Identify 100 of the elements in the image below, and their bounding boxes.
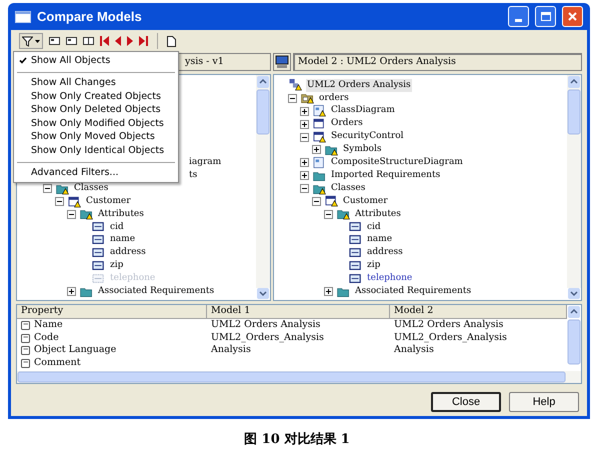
- attribute-icon: [91, 272, 106, 285]
- property-icon: [21, 332, 31, 343]
- computer-icon: [273, 53, 291, 71]
- menu-item[interactable]: Show Only Deleted Objects: [14, 104, 178, 117]
- expand-icon[interactable]: [300, 106, 309, 116]
- tree-item[interactable]: Customer: [342, 194, 388, 208]
- collapse-icon[interactable]: [300, 184, 309, 194]
- tree-item[interactable]: Classes: [73, 182, 110, 196]
- attribute-icon: [348, 221, 363, 234]
- column-header[interactable]: Property: [17, 305, 207, 319]
- collapse-icon[interactable]: [67, 210, 76, 219]
- column-header[interactable]: Model 1: [207, 305, 390, 319]
- collapse-icon[interactable]: [55, 197, 64, 206]
- menu-item[interactable]: Show All Objects: [14, 54, 178, 68]
- tree-item[interactable]: address: [366, 246, 404, 260]
- split-view-icon[interactable]: [83, 36, 94, 46]
- tree-item[interactable]: telephone: [366, 272, 414, 286]
- vertical-scrollbar[interactable]: [567, 75, 581, 135]
- property-icon: [21, 358, 31, 368]
- last-icon[interactable]: [139, 36, 148, 46]
- collapse-icon[interactable]: [300, 132, 309, 142]
- model-icon: [288, 79, 303, 92]
- first-icon[interactable]: [100, 36, 109, 46]
- diagram-icon: [312, 105, 327, 118]
- window-icon: [15, 10, 31, 22]
- table-cell: Analysis: [211, 344, 251, 356]
- tree-item[interactable]: cid: [366, 220, 382, 234]
- previous-icon[interactable]: [115, 36, 121, 46]
- tree-item[interactable]: cid: [109, 220, 125, 234]
- tree-item[interactable]: Imported Requirements: [330, 168, 442, 182]
- maximize-button[interactable]: [535, 6, 556, 27]
- class-icon: [312, 131, 327, 143]
- tree-item[interactable]: CompositeStructureDiagram: [330, 156, 464, 170]
- folder-icon: [336, 286, 351, 298]
- attribute-icon: [91, 234, 106, 246]
- tree-item[interactable]: UML2 Orders Analysis: [306, 78, 412, 92]
- expand-icon[interactable]: [300, 171, 309, 180]
- attribute-icon: [348, 260, 363, 272]
- dialog-button[interactable]: Help: [509, 392, 579, 412]
- tree-item[interactable]: Classes: [330, 182, 366, 196]
- menu-item[interactable]: Show Only Modified Objects: [14, 117, 178, 130]
- menu-item[interactable]: Show Only Moved Objects: [14, 130, 178, 144]
- collapse-icon[interactable]: [43, 184, 52, 194]
- collapse-icon[interactable]: [324, 210, 333, 219]
- menu-item[interactable]: Show Only Created Objects: [14, 90, 178, 104]
- tree-item[interactable]: Customer: [85, 194, 132, 208]
- tree-item[interactable]: address: [109, 246, 147, 260]
- tree-item[interactable]: orders: [318, 92, 350, 106]
- tree-item[interactable]: Symbols: [342, 143, 382, 157]
- tree-item[interactable]: Attributes: [97, 208, 145, 222]
- table-cell: UML2 Orders Analysis: [394, 319, 504, 330]
- tree-item[interactable]: zip: [366, 259, 382, 273]
- folder-icon: [79, 286, 94, 298]
- horizontal-scrollbar[interactable]: [17, 371, 581, 383]
- table-cell: Analysis: [394, 344, 434, 356]
- property-sheet-icon[interactable]: [49, 36, 60, 46]
- tree-item[interactable]: SecurityControl: [330, 130, 405, 144]
- dialog-button[interactable]: Close: [431, 392, 501, 412]
- attribute-icon: [348, 272, 363, 285]
- menu-item[interactable]: Show All Changes: [14, 76, 178, 90]
- column-header[interactable]: Model 2: [390, 305, 567, 319]
- collapse-icon[interactable]: [312, 196, 321, 206]
- window-title: Compare Models: [37, 8, 143, 26]
- copy-icon[interactable]: [66, 36, 77, 46]
- scroll-down-icon[interactable]: [567, 288, 581, 300]
- table-cell-text: Code: [34, 330, 59, 344]
- tree-item[interactable]: Orders: [330, 117, 364, 131]
- folder-icon: [336, 208, 351, 220]
- tree-item[interactable]: iagram: [189, 156, 222, 170]
- scroll-down-icon[interactable]: [256, 288, 270, 300]
- table-cell: UML2 Orders Analysis: [211, 319, 320, 330]
- next-icon[interactable]: [127, 36, 133, 46]
- menu-item[interactable]: Advanced Filters...: [14, 166, 178, 180]
- expand-icon[interactable]: [67, 287, 76, 296]
- vertical-scrollbar[interactable]: [567, 305, 581, 365]
- tree-item[interactable]: Associated Requirements: [97, 285, 216, 298]
- collapse-icon[interactable]: [288, 94, 297, 103]
- tree-item[interactable]: ts: [189, 168, 198, 182]
- checkmark-icon: [19, 57, 27, 64]
- minimize-button[interactable]: [508, 6, 529, 27]
- tree-item[interactable]: ClassDiagram: [330, 104, 396, 118]
- tree-item[interactable]: name: [109, 233, 136, 247]
- table-cell: Comment: [34, 356, 81, 370]
- expand-icon[interactable]: [312, 145, 321, 154]
- page-icon[interactable]: [167, 36, 176, 46]
- menu-item[interactable]: Show Only Identical Objects: [14, 144, 178, 158]
- tree-item[interactable]: Associated Requirements: [354, 284, 472, 298]
- expand-icon[interactable]: [324, 287, 333, 296]
- filter-dropdown-button[interactable]: [19, 33, 43, 49]
- expand-icon[interactable]: [300, 158, 309, 168]
- table-cell: Object Language: [34, 343, 116, 358]
- tree-item[interactable]: zip: [109, 259, 124, 273]
- class-icon: [312, 118, 327, 130]
- tree-item[interactable]: Attributes: [354, 208, 402, 222]
- vertical-scrollbar[interactable]: [256, 75, 270, 135]
- close-button[interactable]: [562, 6, 583, 27]
- property-icon: [21, 320, 31, 330]
- tree-item[interactable]: name: [366, 233, 394, 247]
- package-icon: [300, 92, 315, 104]
- expand-icon[interactable]: [300, 120, 309, 129]
